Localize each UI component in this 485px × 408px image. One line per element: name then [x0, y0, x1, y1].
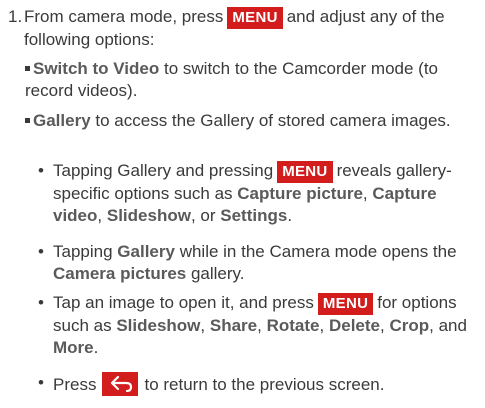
round-bullet-icon: •: [38, 293, 44, 312]
b3-opt-delete: Delete: [328, 316, 380, 335]
bullet-1-text: Tapping Gallery and pressing MENU reveals …: [53, 160, 478, 227]
b1-opt-settings: Settings: [220, 206, 288, 225]
b1-opt-capture-picture: Capture picture: [237, 184, 363, 203]
b3-end: .: [93, 338, 99, 357]
option-gallery: Gallery to access the Gallery of stored …: [25, 110, 480, 132]
b3-opt-share: Share: [209, 316, 258, 335]
manual-page: 1. From camera mode, press MENU and adjust…: [0, 0, 485, 408]
b3-opt-rotate: Rotate: [266, 316, 320, 335]
b3-sep: ,: [257, 316, 262, 335]
bullet-4-text: Press to return to the previous screen.: [53, 372, 478, 396]
b3-sep: , and: [429, 316, 467, 335]
term-switch-to-video: Switch to Video: [33, 59, 160, 78]
b3-opt-crop: Crop: [389, 316, 430, 335]
bullet-1: • Tapping Gallery and pressing MENU reveal…: [38, 160, 478, 227]
b2-term-camera-pictures: Camera pictures: [53, 264, 187, 283]
option-switch-to-video: Switch to Video to switch to the Camcord…: [25, 58, 480, 102]
b2-text-a: Tapping: [53, 242, 113, 261]
round-bullet-icon: •: [38, 161, 44, 180]
bullet-4: • Press to return to the previous screen.: [38, 372, 478, 396]
menu-key-icon: MENU: [227, 7, 283, 29]
b1-opt-slideshow: Slideshow: [106, 206, 191, 225]
back-arrow-icon: [102, 372, 139, 396]
b2-text-c: gallery.: [190, 264, 245, 283]
step-text-a: From camera mode, press: [24, 7, 224, 26]
bullet-2: • Tapping Gallery while in the Camera mo…: [38, 241, 478, 285]
square-bullet-icon: [25, 118, 30, 123]
bullet-3: • Tap an image to open it, and press MENU…: [38, 292, 478, 359]
b4-text-a: Press: [53, 375, 97, 394]
bullet-2-text: Tapping Gallery while in the Camera mode…: [53, 241, 478, 285]
b1-sep: ,: [362, 184, 368, 203]
menu-key-icon: MENU: [277, 161, 333, 183]
round-bullet-icon: •: [38, 373, 44, 392]
b1-sep: , or: [190, 206, 216, 225]
b1-end: .: [287, 206, 293, 225]
b1-text-a: Tapping Gallery and pressing: [53, 161, 274, 180]
step-1: 1. From camera mode, press MENU and adjust…: [8, 6, 478, 51]
bullet-3-text: Tap an image to open it, and press MENU fo…: [53, 292, 478, 359]
b2-term-gallery: Gallery: [117, 242, 175, 261]
b3-sep: ,: [200, 316, 206, 335]
gallery-desc: to access the Gallery of stored camera i…: [95, 111, 451, 130]
step-text: From camera mode, press MENU and adjust an…: [24, 6, 478, 51]
b4-text-b: to return to the previous screen.: [144, 375, 385, 394]
square-bullet-icon: [25, 66, 30, 71]
b2-text-b: while in the Camera mode opens the: [179, 242, 457, 261]
step-number: 1.: [8, 7, 23, 26]
b1-sep: ,: [97, 206, 103, 225]
b3-opt-slideshow: Slideshow: [116, 316, 201, 335]
b3-opt-more: More: [53, 338, 94, 357]
b3-text-a: Tap an image to open it, and press: [53, 293, 314, 312]
round-bullet-icon: •: [38, 242, 44, 261]
b3-sep: ,: [380, 316, 385, 335]
menu-key-icon: MENU: [317, 293, 374, 315]
term-gallery: Gallery: [33, 111, 91, 130]
b3-sep: ,: [319, 316, 325, 335]
